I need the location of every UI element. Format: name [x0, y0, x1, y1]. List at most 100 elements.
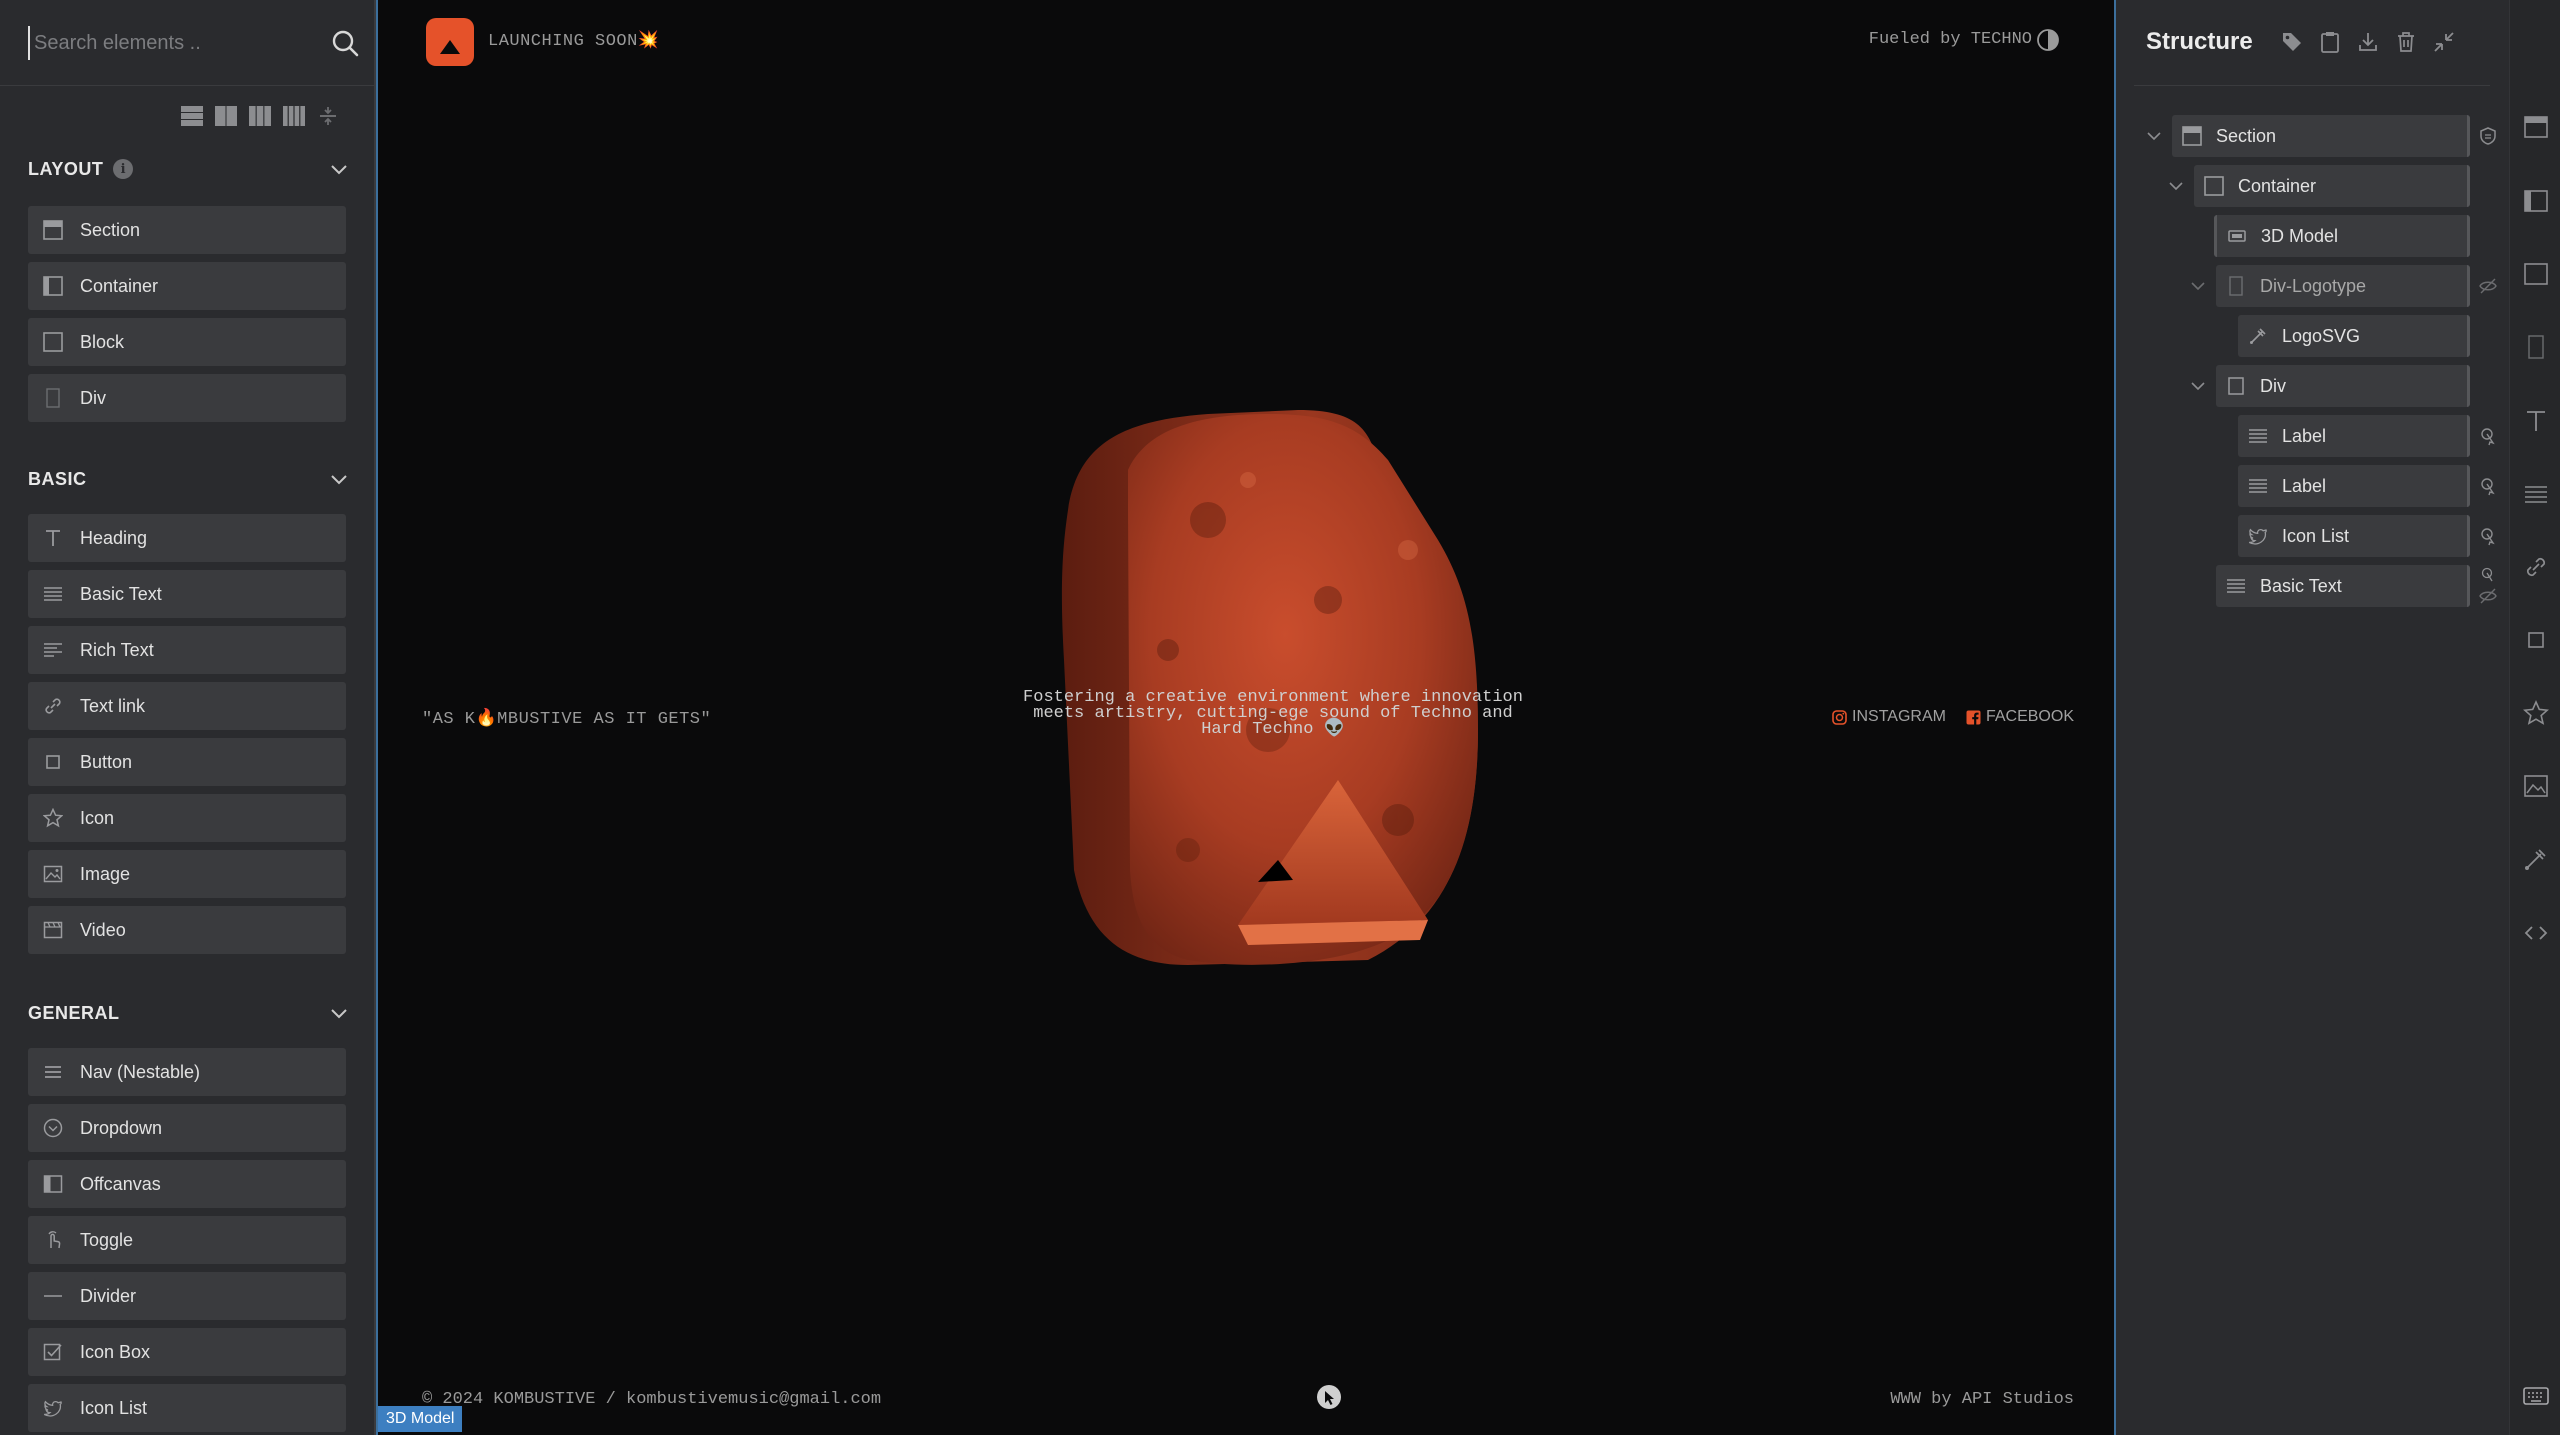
contrast-toggle-icon[interactable] [2036, 28, 2060, 52]
tree-node-label-2[interactable]: Label [2238, 465, 2470, 507]
block-icon [42, 331, 64, 353]
element-toggle[interactable]: Toggle [28, 1216, 346, 1264]
facebook-link[interactable]: FACEBOOK [1966, 708, 2074, 726]
search-input[interactable] [28, 26, 318, 60]
chevron-down-icon[interactable] [2188, 376, 2208, 396]
canvas-preview[interactable]: LAUNCHING SOON💥 Fueled by TECHNO "AS K🔥M… [376, 0, 2116, 1435]
svg-icon[interactable] [2523, 846, 2549, 872]
section-icon[interactable] [2523, 114, 2549, 140]
element-block[interactable]: Block [28, 318, 346, 366]
element-rich-text[interactable]: Rich Text [28, 626, 346, 674]
element-dropdown[interactable]: Dropdown [28, 1104, 346, 1152]
element-nav[interactable]: Nav (Nestable) [28, 1048, 346, 1096]
chevron-down-icon[interactable] [328, 468, 350, 490]
section-icon [2182, 126, 2202, 146]
element-basic-text[interactable]: Basic Text [28, 570, 346, 618]
star-icon[interactable] [2523, 700, 2549, 726]
heading-icon[interactable] [2523, 408, 2549, 434]
interaction-icon[interactable] [2478, 476, 2498, 496]
tree-node-section[interactable]: Section [2172, 115, 2470, 157]
toggle-icon [42, 1229, 64, 1251]
tree-node-div-logotype[interactable]: Div-Logotype [2216, 265, 2470, 307]
chevron-down-icon[interactable] [2144, 126, 2164, 146]
shield-icon[interactable] [2478, 126, 2498, 146]
collapse-icon[interactable] [316, 104, 340, 128]
clipboard-icon[interactable] [2318, 30, 2342, 54]
basic-text-icon [2248, 426, 2268, 446]
interaction-icon[interactable] [2478, 426, 2498, 446]
three-column-icon[interactable] [248, 104, 272, 128]
tag-icon[interactable] [2280, 30, 2304, 54]
tree-node-icon-list[interactable]: Icon List [2238, 515, 2470, 557]
chevron-down-icon[interactable] [2188, 276, 2208, 296]
category-layout-header[interactable]: LAYOUT i [28, 154, 350, 184]
offcanvas-icon [42, 1173, 64, 1195]
element-divider[interactable]: Divider [28, 1272, 346, 1320]
element-button[interactable]: Button [28, 738, 346, 786]
kombustive-logo[interactable] [426, 18, 474, 66]
element-div[interactable]: Div [28, 374, 346, 422]
block-icon[interactable] [2523, 261, 2549, 287]
category-title: GENERAL [28, 1002, 120, 1023]
category-title: BASIC [28, 468, 87, 489]
chevron-down-icon[interactable] [2166, 176, 2186, 196]
icon-list-icon [2248, 526, 2268, 546]
fueled-by-text: Fueled by TECHNO [1868, 30, 2032, 49]
element-section[interactable]: Section [28, 206, 346, 254]
container-icon[interactable] [2523, 188, 2549, 214]
link-icon[interactable] [2523, 554, 2549, 580]
category-general-header[interactable]: GENERAL [28, 998, 350, 1028]
tree-node-logosvg[interactable]: LogoSVG [2238, 315, 2470, 357]
search-icon[interactable] [330, 28, 360, 58]
interaction-icon[interactable] [2478, 566, 2498, 586]
trash-icon[interactable] [2394, 30, 2418, 54]
code-icon[interactable] [2523, 920, 2549, 946]
element-icon[interactable]: Icon [28, 794, 346, 842]
element-video[interactable]: Video [28, 906, 346, 954]
element-container[interactable]: Container [28, 262, 346, 310]
download-icon[interactable] [2356, 30, 2380, 54]
icon-list-icon [42, 1397, 64, 1419]
keyboard-icon[interactable] [2523, 1383, 2549, 1409]
kombustive-quote: "AS K🔥MBUSTIVE AS IT GETS" [422, 710, 712, 729]
selected-element-badge[interactable]: 3D Model [378, 1406, 463, 1432]
credits-text: WWW by API Studios [1890, 1390, 2074, 1409]
model-icon [2227, 226, 2247, 246]
tree-node-basic-text[interactable]: Basic Text [2216, 565, 2470, 607]
two-column-icon[interactable] [214, 104, 238, 128]
instagram-link[interactable]: INSTAGRAM [1832, 708, 1946, 726]
image-icon[interactable] [2523, 773, 2549, 799]
div-icon[interactable] [2523, 334, 2549, 360]
info-icon[interactable]: i [113, 159, 134, 179]
chevron-down-icon[interactable] [328, 1002, 350, 1024]
div-icon [2226, 376, 2246, 396]
chevron-down-icon[interactable] [328, 158, 350, 180]
interaction-icon[interactable] [2478, 526, 2498, 546]
dropdown-icon [42, 1117, 64, 1139]
tree-node-label-1[interactable]: Label [2238, 415, 2470, 457]
element-text-link[interactable]: Text link [28, 682, 346, 730]
container-icon [42, 275, 64, 297]
svg-icon [2248, 326, 2268, 346]
general-elements: Nav (Nestable) Dropdown Offcanvas Toggle… [28, 1048, 346, 1435]
instagram-icon [1832, 709, 1847, 725]
tree-node-container[interactable]: Container [2194, 165, 2470, 207]
button-icon[interactable] [2523, 627, 2549, 653]
collapse-all-icon[interactable] [2432, 30, 2456, 54]
four-column-icon[interactable] [282, 104, 306, 128]
hidden-icon[interactable] [2478, 586, 2498, 606]
basic-text-icon[interactable] [2523, 481, 2549, 507]
one-column-icon[interactable] [180, 104, 204, 128]
tree-node-3d-model[interactable]: 3D Model [2214, 215, 2470, 257]
element-image[interactable]: Image [28, 850, 346, 898]
structure-panel: Structure Section Container 3D Model Div… [2116, 0, 2509, 1435]
element-icon-box[interactable]: Icon Box [28, 1328, 346, 1376]
category-basic-header[interactable]: BASIC [28, 464, 350, 494]
tree-node-div[interactable]: Div [2216, 365, 2470, 407]
element-icon-list[interactable]: Icon List [28, 1384, 346, 1432]
element-offcanvas[interactable]: Offcanvas [28, 1160, 346, 1208]
structure-title: Structure [2146, 28, 2253, 55]
hidden-icon[interactable] [2478, 276, 2498, 296]
structure-header: Structure [2134, 0, 2490, 86]
element-heading[interactable]: Heading [28, 514, 346, 562]
